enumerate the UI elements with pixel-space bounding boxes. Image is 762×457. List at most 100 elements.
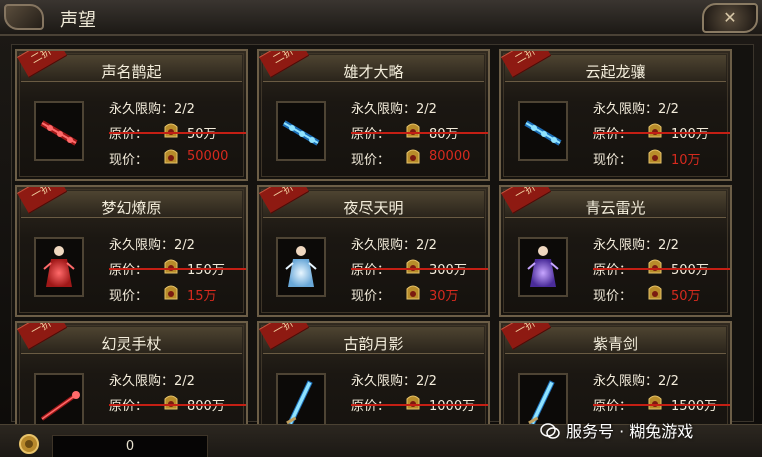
strikethrough-line [593,404,730,406]
item-icon-frame[interactable] [276,101,326,161]
price-coin-icon [406,395,420,410]
price-coin-icon [648,285,662,300]
item-name: 梦幻燎原 [101,199,162,217]
strikethrough-line [351,132,488,134]
original-price-row: 原价： 1000万 [351,395,488,414]
item-name: 云起龙骧 [585,63,646,81]
item-icon-frame[interactable] [34,237,84,297]
strikethrough-line [593,132,730,134]
close-button[interactable]: ✕ [702,3,758,33]
purchase-limit: 永久限购：2/2 [109,238,195,253]
original-price-label: 原价： [351,127,391,142]
item-name: 雄才大略 [343,63,404,81]
current-price: 15万 [187,289,217,304]
original-price-label: 原价： [109,263,149,278]
original-price-row: 原价： 300万 [351,259,488,278]
purchase-limit: 永久限购：2/2 [351,102,437,117]
watermark: 服务号 · 糊兔游戏 [540,418,693,442]
purchase-limit: 永久限购：2/2 [351,238,437,253]
purchase-limit: 永久限购：2/2 [109,374,195,389]
title-bar: 声望 ✕ [0,0,762,36]
original-price-label: 原价： [593,127,633,142]
current-price: 80000 [429,149,471,164]
watermark-text: 服务号 · 糊兔游戏 [566,422,694,441]
current-price: 50000 [187,149,229,164]
price-coin-icon [406,285,420,300]
current-price-label: 现价： [593,153,633,168]
original-price-row: 原价： 100万 [593,123,730,142]
shop-item-card[interactable]: 雄才大略 二折 永久限购：2/2 原价： 80万 现价： 80000 [257,49,490,181]
current-price: 30万 [429,289,459,304]
price-coin-icon [648,123,662,138]
price-coin-icon [406,259,420,274]
item-icon-frame[interactable] [518,237,568,297]
reputation-window: 声望 ✕ 声名鹊起 二折 永久限购：2/2 原价： 50万 现价： 50000 … [0,0,762,457]
item-name: 古韵月影 [343,335,404,353]
original-price-label: 原价： [351,399,391,414]
strikethrough-line [109,132,246,134]
current-price-label: 现价： [109,289,149,304]
current-price-row: 现价： 15万 [109,285,217,304]
purchase-limit: 永久限购：2/2 [351,374,437,389]
price-coin-icon [406,123,420,138]
purchase-limit: 永久限购：2/2 [593,102,679,117]
shop-grid: 声名鹊起 二折 永久限购：2/2 原价： 50万 现价： 50000 雄才大略 … [11,44,754,453]
current-price-row: 现价： 30万 [351,285,459,304]
original-price-label: 原价： [109,127,149,142]
shop-item-card[interactable]: 夜尽天明 一折 永久限购：2/2 原价： 300万 现价： 30万 [257,185,490,317]
original-price-label: 原价： [593,263,633,278]
current-price-row: 现价： 50000 [109,149,228,168]
current-price-row: 现价： 50万 [593,285,701,304]
shop-item-card[interactable]: 声名鹊起 二折 永久限购：2/2 原价： 50万 现价： 50000 [15,49,248,181]
original-price-row: 原价： 80万 [351,123,488,142]
current-price-label: 现价： [109,153,149,168]
strikethrough-line [109,268,246,270]
item-name: 声名鹊起 [101,63,162,81]
original-price-row: 原价： 500万 [593,259,730,278]
original-price-label: 原价： [593,399,633,414]
current-price-row: 现价： 80000 [351,149,470,168]
current-price-label: 现价： [351,153,391,168]
current-price: 10万 [671,153,701,168]
original-price-label: 原价： [109,399,149,414]
purchase-limit: 永久限购：2/2 [109,102,195,117]
item-icon-frame[interactable] [276,237,326,297]
current-price-row: 现价： 10万 [593,149,701,168]
price-coin-icon [406,149,420,164]
strikethrough-line [351,268,488,270]
currency-amount: 0 [52,435,208,457]
item-name: 青云雷光 [585,199,646,217]
currency-coin-icon [19,434,39,454]
shop-item-card[interactable]: 青云雷光 一折 永久限购：2/2 原价： 500万 现价： 50万 [499,185,732,317]
original-price-row: 原价： 1500万 [593,395,730,414]
shop-item-card[interactable]: 梦幻燎原 一折 永久限购：2/2 原价： 150万 现价： 15万 [15,185,248,317]
window-title: 声望 [60,10,96,31]
original-price-row: 原价： 50万 [109,123,246,142]
current-price-label: 现价： [351,289,391,304]
strikethrough-line [109,404,246,406]
item-name: 紫青剑 [592,335,638,353]
item-name: 夜尽天明 [343,199,404,217]
item-icon-frame[interactable] [518,101,568,161]
current-price-label: 现价： [593,289,633,304]
item-icon-frame[interactable] [34,101,84,161]
current-price: 50万 [671,289,701,304]
shop-item-card[interactable]: 云起龙骧 二折 永久限购：2/2 原价： 100万 现价： 10万 [499,49,732,181]
original-price-row: 原价： 800万 [109,395,246,414]
price-coin-icon [648,149,662,164]
title-ornament-icon [4,4,44,30]
wechat-icon [540,423,560,439]
original-price-label: 原价： [351,263,391,278]
strikethrough-line [593,268,730,270]
purchase-limit: 永久限购：2/2 [593,238,679,253]
price-coin-icon [164,259,178,274]
strikethrough-line [351,404,488,406]
price-coin-icon [164,149,178,164]
price-coin-icon [164,395,178,410]
price-coin-icon [648,395,662,410]
item-name: 幻灵手杖 [101,335,162,353]
price-coin-icon [164,123,178,138]
original-price-row: 原价： 150万 [109,259,246,278]
purchase-limit: 永久限购：2/2 [593,374,679,389]
price-coin-icon [164,285,178,300]
